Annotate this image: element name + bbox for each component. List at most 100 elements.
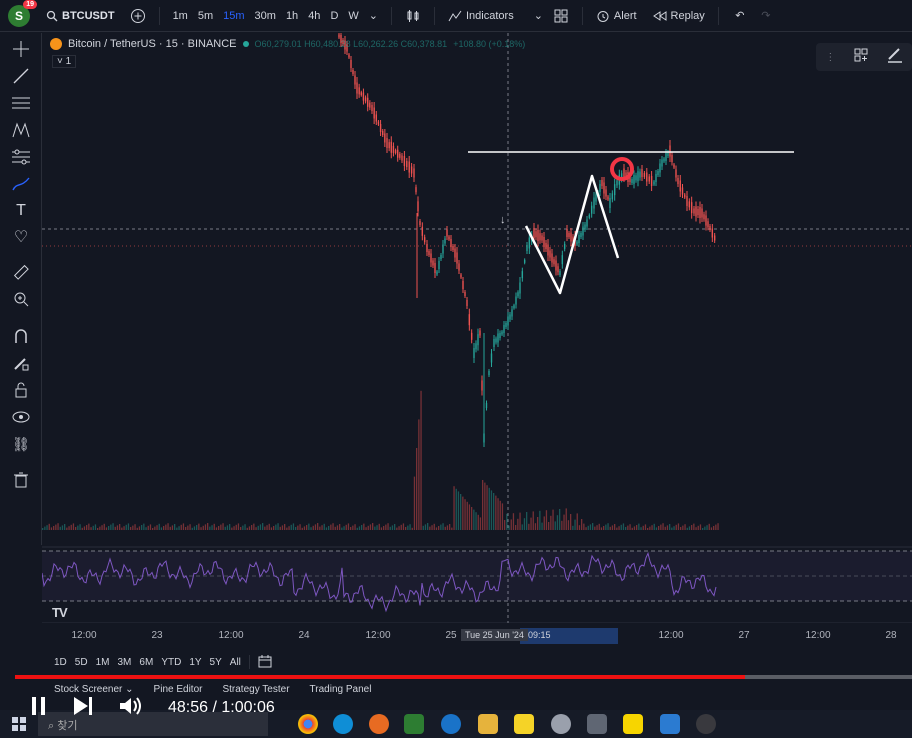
- candles-chart-type-icon[interactable]: [404, 7, 422, 25]
- volume-bar: [270, 527, 273, 530]
- volume-bar: [693, 523, 695, 530]
- volume-bar: [466, 501, 468, 530]
- symbol-search[interactable]: BTCUSDT: [46, 10, 115, 22]
- volume-bar: [92, 525, 94, 530]
- undo-icon[interactable]: ↶: [731, 7, 749, 25]
- link-icon[interactable]: ⛓: [11, 434, 31, 454]
- interval-30m[interactable]: 30m: [250, 10, 281, 22]
- time-tick-label: 28: [885, 630, 897, 641]
- volume-bar: [695, 527, 697, 530]
- user-avatar[interactable]: S 19: [8, 0, 37, 27]
- volume-bar: [638, 523, 640, 530]
- alert-button[interactable]: Alert: [591, 9, 642, 23]
- time-tick-label: 24: [298, 630, 310, 641]
- indicators-button[interactable]: Indicators: [443, 10, 519, 22]
- interval-d[interactable]: D: [325, 10, 343, 22]
- sticky-notes-app-icon[interactable]: [514, 714, 534, 734]
- volume-bar: [55, 524, 57, 530]
- indicator-collapse-button[interactable]: ˅ 1: [52, 55, 77, 68]
- firefox-app-icon[interactable]: [369, 714, 389, 734]
- volume-icon[interactable]: [118, 695, 144, 722]
- windows-start-icon[interactable]: [12, 717, 26, 736]
- brush-icon[interactable]: [11, 174, 31, 194]
- trend-line-icon[interactable]: [11, 66, 31, 86]
- volume-bar: [548, 522, 550, 530]
- range-5d[interactable]: 5D: [75, 657, 88, 668]
- magnet-icon[interactable]: [11, 326, 31, 346]
- edge-app-icon[interactable]: [333, 714, 353, 734]
- volume-bar: [314, 524, 317, 530]
- crosshair-icon[interactable]: [11, 39, 31, 59]
- candle: [390, 141, 392, 153]
- range-all[interactable]: All: [230, 657, 241, 668]
- tab-trading-panel[interactable]: Trading Panel: [310, 684, 372, 702]
- redo-icon[interactable]: ↷: [757, 7, 775, 25]
- interval-5m[interactable]: 5m: [193, 10, 218, 22]
- heart-icon[interactable]: ♡: [11, 227, 31, 247]
- pause-icon[interactable]: [30, 695, 48, 722]
- interval-1h[interactable]: 1h: [281, 10, 303, 22]
- xbox-app-icon[interactable]: [404, 714, 424, 734]
- interval-dropdown-chevron-icon[interactable]: ⌄: [364, 9, 383, 22]
- text-tool-icon[interactable]: T: [11, 201, 31, 221]
- ruler-icon[interactable]: [11, 262, 31, 282]
- interval-w[interactable]: W: [343, 10, 363, 22]
- volume-bar: [515, 525, 517, 530]
- next-icon[interactable]: [72, 695, 94, 722]
- object-tree-icon[interactable]: [854, 48, 868, 67]
- volume-bar: [684, 524, 686, 530]
- lock-pencil-icon[interactable]: [11, 353, 31, 373]
- horizontal-lines-icon[interactable]: [11, 93, 31, 113]
- eye-icon[interactable]: [11, 407, 31, 427]
- trash-icon[interactable]: [11, 470, 31, 490]
- compare-add-icon[interactable]: [129, 7, 147, 25]
- interval-4h[interactable]: 4h: [303, 10, 325, 22]
- volume-bar: [319, 526, 321, 530]
- interval-15m[interactable]: 15m: [218, 10, 249, 22]
- range-ytd[interactable]: YTD: [161, 657, 181, 668]
- price-chart[interactable]: ↓ Bitcoin / TetherUS · 15 · BINANCE O60,…: [42, 33, 912, 623]
- range-5y[interactable]: 5Y: [210, 657, 222, 668]
- obs-app-icon[interactable]: [696, 714, 716, 734]
- store-app-icon[interactable]: [660, 714, 680, 734]
- volume-bar: [383, 526, 385, 530]
- app-icon[interactable]: [551, 714, 571, 734]
- legend-title[interactable]: Bitcoin / TetherUS · 15 · BINANCE: [68, 38, 237, 50]
- volume-bar: [471, 507, 473, 530]
- volume-bar: [662, 523, 664, 530]
- zoom-in-icon[interactable]: [11, 289, 31, 309]
- range-1y[interactable]: 1Y: [189, 657, 201, 668]
- kakaotalk-app-icon[interactable]: [623, 714, 643, 734]
- video-progress-bar[interactable]: [15, 675, 912, 679]
- fib-settings-icon[interactable]: [11, 147, 31, 167]
- replay-button[interactable]: Replay: [648, 10, 710, 22]
- drag-handle-icon[interactable]: ⋮: [825, 52, 835, 63]
- candle: [348, 54, 350, 58]
- interval-1m[interactable]: 1m: [168, 10, 193, 22]
- volume-bar: [259, 524, 262, 530]
- indicators-dropdown-chevron-icon[interactable]: ⌄: [529, 9, 548, 22]
- volume-bar: [68, 526, 70, 530]
- folder-app-icon[interactable]: [478, 714, 498, 734]
- range-1d[interactable]: 1D: [54, 657, 67, 668]
- candle: [403, 156, 406, 166]
- volume-bar: [240, 527, 242, 530]
- lock-icon[interactable]: [11, 380, 31, 400]
- range-3m[interactable]: 3M: [118, 657, 132, 668]
- calculator-app-icon[interactable]: [587, 714, 607, 734]
- time-axis[interactable]: 12:002312:002412:00252612:002712:0028Tue…: [42, 626, 912, 646]
- volume-bar: [354, 524, 356, 530]
- chrome-app-icon[interactable]: [298, 714, 318, 734]
- volume-bar: [495, 495, 497, 530]
- pencil-icon[interactable]: [887, 47, 903, 68]
- layouts-grid-icon[interactable]: [552, 7, 570, 25]
- range-6m[interactable]: 6M: [139, 657, 153, 668]
- pitchfork-icon[interactable]: [11, 120, 31, 140]
- range-1m[interactable]: 1M: [96, 657, 110, 668]
- chart-canvas[interactable]: ↓: [42, 33, 912, 623]
- volume-bar: [451, 527, 453, 530]
- volume-bar: [182, 523, 185, 530]
- volume-bar: [72, 523, 75, 530]
- ie-app-icon[interactable]: [441, 714, 461, 734]
- date-range-calendar-icon[interactable]: [258, 654, 272, 671]
